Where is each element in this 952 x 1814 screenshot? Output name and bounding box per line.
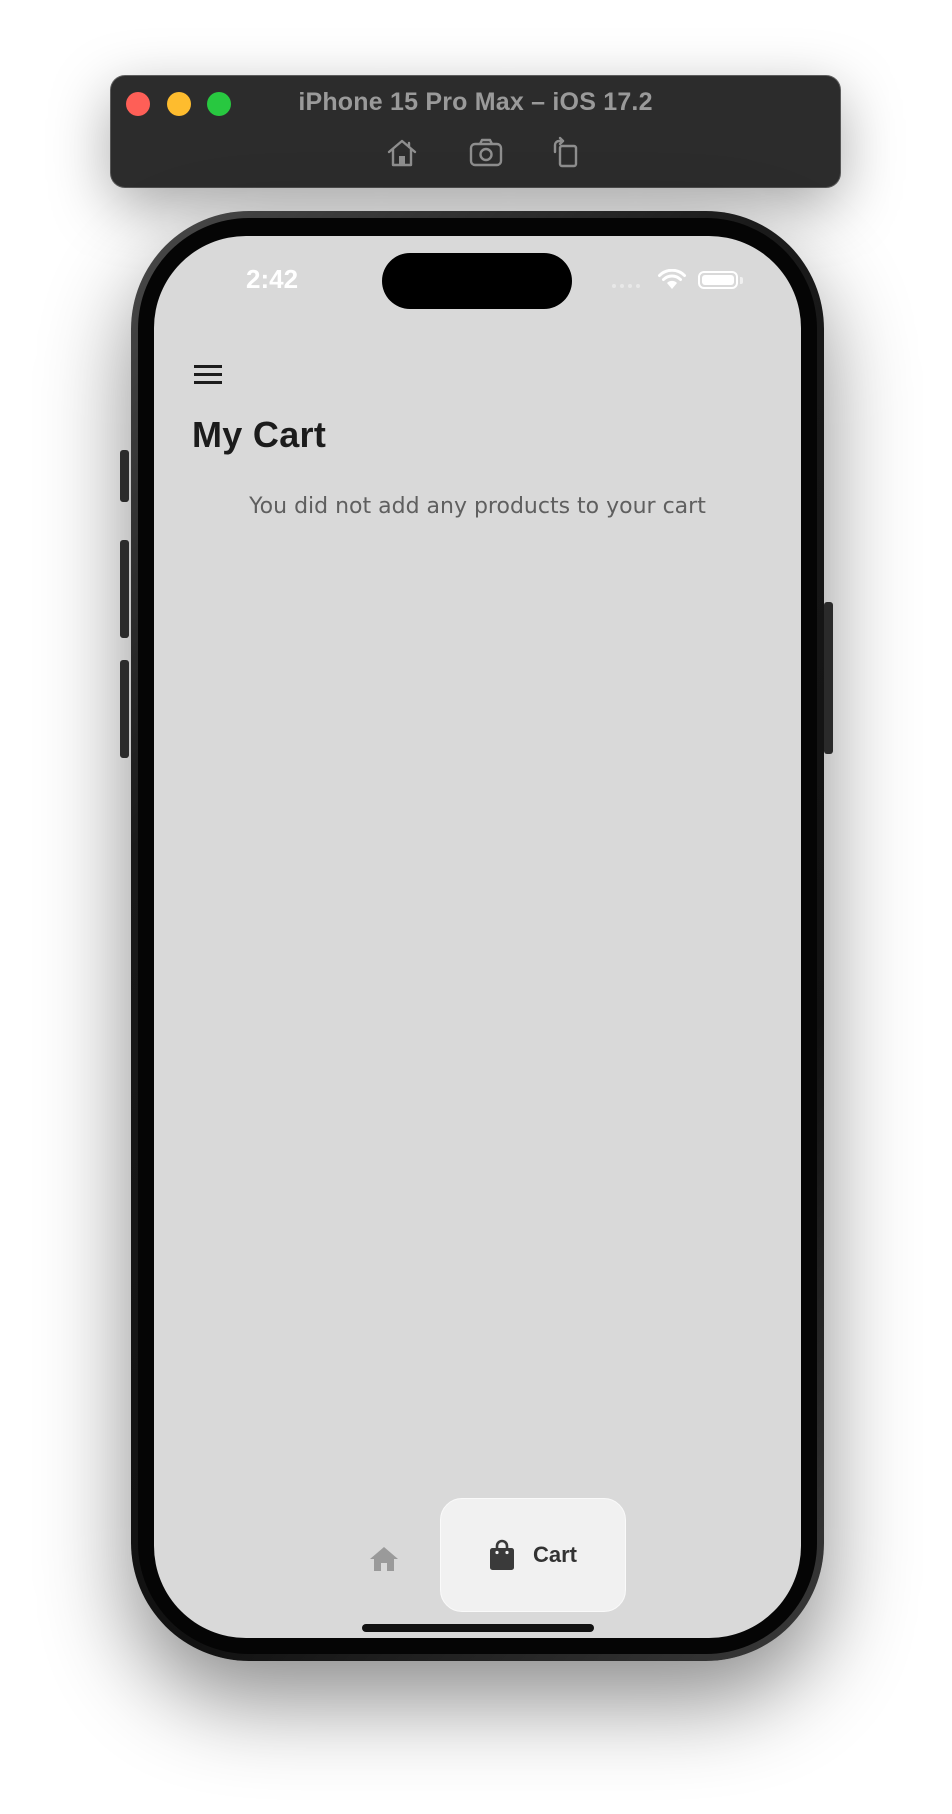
home-indicator[interactable] [362, 1624, 594, 1632]
cellular-signal-icon [612, 284, 640, 288]
page-title: My Cart [192, 414, 327, 455]
empty-cart-message: You did not add any products to your car… [249, 494, 706, 519]
simulator-stage: iPhone 15 Pro Max – iOS 17.2 2:42 My Car… [0, 0, 952, 1814]
action-button[interactable] [120, 450, 129, 502]
volume-up-button[interactable] [120, 540, 129, 638]
dynamic-island [382, 253, 572, 309]
nav-cart-label: Cart [532, 1542, 577, 1567]
battery-cap [740, 277, 743, 284]
wifi-icon [657, 268, 687, 296]
simulator-window-bar: iPhone 15 Pro Max – iOS 17.2 [111, 76, 840, 187]
volume-down-button[interactable] [120, 660, 129, 758]
status-time: 2:42 [246, 264, 299, 294]
rotate-icon[interactable] [547, 134, 585, 172]
shopping-bag-icon [489, 1539, 514, 1570]
camera-icon[interactable] [467, 134, 505, 172]
nav-item-cart[interactable]: Cart [440, 1498, 626, 1612]
hamburger-menu-icon[interactable] [188, 354, 228, 394]
home-icon[interactable] [383, 134, 421, 172]
power-button[interactable] [824, 602, 833, 754]
simulator-title: iPhone 15 Pro Max – iOS 17.2 [298, 88, 653, 116]
phone-screen: 2:42 My Cart You did not add any product… [154, 236, 801, 1638]
battery-icon [698, 271, 738, 289]
nav-item-home[interactable] [364, 1539, 404, 1579]
home-icon [370, 1547, 398, 1571]
